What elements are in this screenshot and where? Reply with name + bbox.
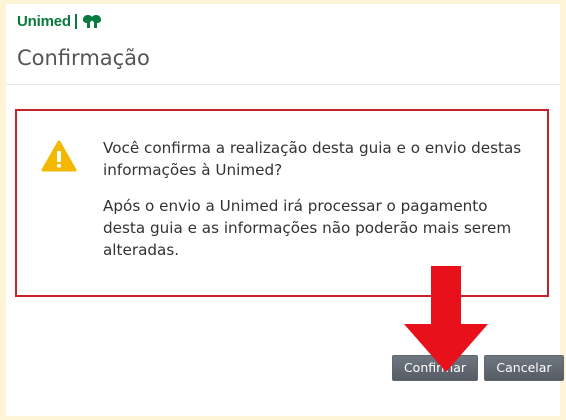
logo-text: Unimed: [17, 13, 71, 30]
page-frame: Unimed Confirmação Você confirma a reali…: [6, 4, 564, 416]
unimed-logo: Unimed: [17, 13, 102, 30]
confirmation-dialog: Você confirma a realização desta guia e …: [15, 109, 549, 297]
confirmation-warning: Após o envio a Unimed irá processar o pa…: [103, 197, 512, 259]
dialog-message: Você confirma a realização desta guia e …: [103, 137, 533, 275]
warning-icon: [41, 140, 77, 172]
confirm-button[interactable]: Confirmar: [392, 355, 478, 381]
confirmation-question: Você confirma a realização desta guia e …: [103, 139, 522, 179]
page-title: Confirmação: [17, 46, 150, 70]
logo-separator: [74, 14, 77, 29]
header-divider: [6, 84, 560, 85]
cancel-button[interactable]: Cancelar: [484, 355, 564, 381]
tree-icon: [82, 15, 101, 28]
